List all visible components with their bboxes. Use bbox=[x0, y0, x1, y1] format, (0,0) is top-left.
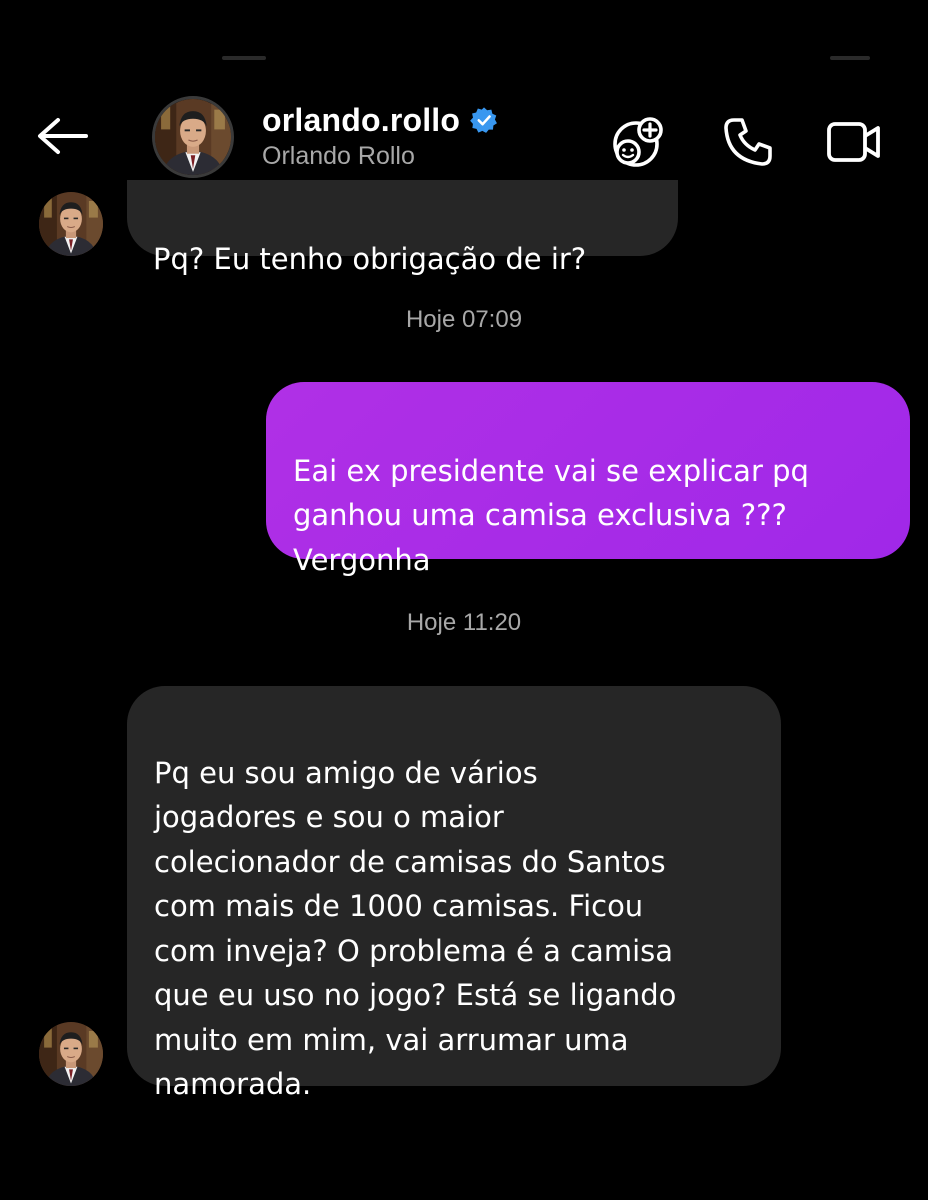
avatar[interactable] bbox=[39, 1022, 103, 1086]
video-camera-icon bbox=[827, 122, 880, 162]
avatar[interactable] bbox=[152, 96, 234, 178]
audio-call-button[interactable] bbox=[716, 110, 780, 174]
profile-photo bbox=[39, 1022, 103, 1086]
timestamp: Hoje 11:20 bbox=[406, 609, 522, 636]
timestamp: Hoje 07:09 bbox=[405, 306, 523, 333]
message-bubble-incoming[interactable]: Pq eu sou amigo de vários jogadores e so… bbox=[127, 686, 781, 1101]
video-call-button[interactable] bbox=[822, 110, 886, 174]
username: orlando.rollo bbox=[262, 101, 461, 138]
chat-screen: orlando.rollo Orlando Rollo Pq? Eu tenho… bbox=[0, 0, 928, 1200]
effects-button[interactable] bbox=[608, 110, 672, 174]
profile-photo bbox=[39, 192, 103, 256]
effects-smiley-plus-icon bbox=[613, 117, 663, 167]
message-text: Eai ex presidente vai se explicar pq gan… bbox=[293, 453, 809, 577]
avatar[interactable] bbox=[39, 192, 103, 256]
message-text: Pq eu sou amigo de vários jogadores e so… bbox=[154, 755, 677, 1102]
message-bubble-incoming[interactable]: Pq? Eu tenho obrigação de ir? bbox=[127, 180, 678, 276]
profile-photo bbox=[155, 99, 231, 175]
profile-link[interactable]: orlando.rollo bbox=[262, 98, 498, 142]
message-bubble-outgoing[interactable]: Eai ex presidente vai se explicar pq gan… bbox=[266, 382, 910, 577]
back-button[interactable] bbox=[30, 108, 94, 164]
status-bar-fragment bbox=[830, 56, 870, 60]
message-text: Pq? Eu tenho obrigação de ir? bbox=[153, 241, 587, 276]
status-bar-fragment bbox=[222, 56, 266, 60]
phone-icon bbox=[724, 118, 772, 166]
display-name: Orlando Rollo bbox=[262, 142, 415, 170]
back-arrow-icon bbox=[38, 118, 88, 154]
verified-badge-icon bbox=[470, 107, 498, 133]
